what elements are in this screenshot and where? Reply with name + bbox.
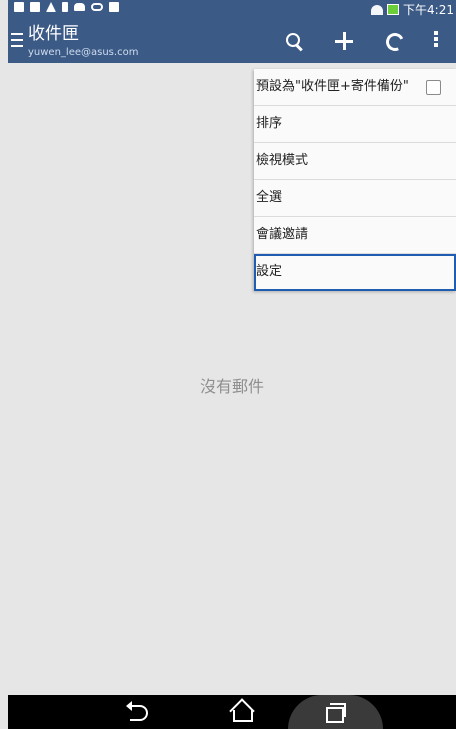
menu-item-view-mode[interactable]: 檢視模式 — [254, 143, 456, 180]
battery-icon — [387, 4, 400, 15]
notification-icon — [14, 2, 24, 12]
page-title: 收件匣 — [28, 24, 79, 44]
status-bar: 下午4:21 — [8, 0, 456, 19]
clock: 下午4:21 — [403, 3, 454, 17]
recent-apps-icon[interactable] — [308, 695, 368, 729]
menu-item-label: 全選 — [256, 190, 283, 205]
menu-item-select-all[interactable]: 全選 — [254, 180, 456, 217]
add-icon[interactable] — [332, 29, 356, 53]
back-icon[interactable] — [110, 695, 170, 729]
app-bar: 收件匣 yuwen_lee@asus.com — [8, 19, 456, 63]
refresh-icon[interactable] — [382, 29, 407, 54]
menu-item-settings[interactable]: 設定 — [254, 254, 456, 291]
menu-item-label: 檢視模式 — [256, 153, 309, 168]
home-icon[interactable] — [213, 695, 273, 729]
overflow-menu: 預設為"收件匣+寄件備份" 排序 檢視模式 全選 會議邀請 設定 — [254, 69, 456, 291]
menu-item-label: 會議邀請 — [256, 227, 309, 242]
infinity-icon — [91, 3, 103, 11]
status-notification-icons — [14, 2, 119, 12]
mail-icon — [30, 2, 40, 12]
menu-item-label: 設定 — [256, 264, 283, 279]
wifi-icon — [371, 4, 384, 15]
navigation-bar — [8, 695, 456, 729]
account-email: yuwen_lee@asus.com — [28, 47, 139, 58]
menu-item-label: 排序 — [256, 116, 283, 131]
menu-item-label: 預設為"收件匣+寄件備份" — [256, 79, 409, 94]
search-icon[interactable] — [282, 29, 306, 53]
menu-item-default-inbox[interactable]: 預設為"收件匣+寄件備份" — [254, 69, 456, 106]
calendar-icon — [109, 2, 119, 12]
download-icon — [62, 2, 68, 12]
menu-item-sort[interactable]: 排序 — [254, 106, 456, 143]
empty-state-text: 沒有郵件 — [199, 377, 264, 396]
default-inbox-checkbox[interactable] — [426, 80, 441, 95]
drawer-menu-icon[interactable] — [11, 33, 23, 49]
more-icon[interactable] — [430, 29, 442, 53]
warning-icon — [46, 2, 56, 12]
cloud-icon — [74, 3, 85, 11]
status-right: 下午4:21 — [371, 1, 454, 18]
menu-item-meeting-invites[interactable]: 會議邀請 — [254, 217, 456, 254]
